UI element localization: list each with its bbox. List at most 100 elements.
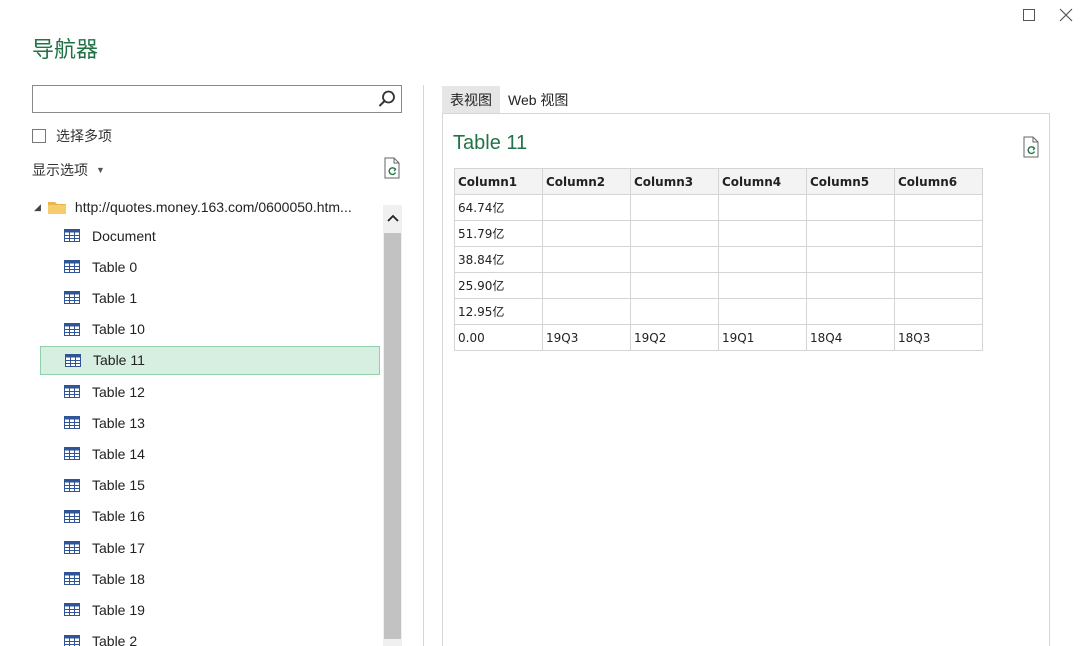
tree-item[interactable]: Table 11: [40, 345, 380, 375]
table-icon: [64, 634, 80, 646]
select-multiple-label: 选择多项: [56, 128, 112, 144]
tree-item[interactable]: Table 0: [40, 252, 380, 281]
tree-item-label: Table 0: [92, 258, 138, 275]
tree-item-label: Table 12: [92, 383, 145, 400]
scroll-thumb[interactable]: [384, 233, 401, 639]
tree-root[interactable]: ◢ http://quotes.money.163.com/0600050.ht…: [32, 193, 352, 221]
table-cell: [542, 298, 631, 325]
tab-table-view[interactable]: 表视图: [442, 86, 500, 113]
table-cell: 51.79亿: [454, 220, 543, 247]
tree-scrollbar[interactable]: [383, 205, 402, 646]
scroll-up-button[interactable]: [383, 205, 402, 231]
chevron-up-icon: [386, 214, 399, 222]
table-cell: [630, 272, 719, 299]
table-cell: [718, 298, 807, 325]
search-icon[interactable]: [377, 89, 397, 109]
tree-item-label: Table 15: [92, 477, 145, 494]
tree-item[interactable]: Table 12: [40, 377, 380, 406]
column-header[interactable]: Column6: [894, 168, 983, 195]
tree-item[interactable]: Document: [40, 221, 380, 250]
tree-item-label: Table 10: [92, 321, 145, 338]
search-box: [32, 85, 402, 113]
caret-down-icon: ▼: [96, 165, 105, 175]
table-cell: [630, 246, 719, 273]
table-row: 0.00 19Q3 19Q2 19Q1 18Q4 18Q3: [454, 324, 983, 351]
table-cell: [806, 246, 895, 273]
tree-item-label: Table 1: [92, 289, 138, 306]
table-cell: [630, 298, 719, 325]
table-icon: [64, 447, 80, 461]
table-cell: [894, 272, 983, 299]
column-header[interactable]: Column2: [542, 168, 631, 195]
tree-item[interactable]: Table 2: [40, 627, 380, 646]
table-cell: 19Q3: [542, 324, 631, 351]
table-cell: 19Q1: [718, 324, 807, 351]
table-cell: [894, 194, 983, 221]
tree-item[interactable]: Table 1: [40, 283, 380, 312]
tree-item[interactable]: Table 17: [40, 533, 380, 562]
tab-web-view[interactable]: Web 视图: [500, 86, 576, 113]
tree-item-label: Table 18: [92, 570, 145, 587]
table-header-row: Column1 Column2 Column3 Column4 Column5 Colum…: [454, 168, 983, 195]
select-multiple[interactable]: 选择多项: [32, 126, 112, 146]
table-icon: [65, 353, 81, 367]
table-cell: [718, 194, 807, 221]
tree-item[interactable]: Table 10: [40, 315, 380, 344]
tree-item[interactable]: Table 16: [40, 502, 380, 531]
table-cell: 12.95亿: [454, 298, 543, 325]
table-cell: 18Q3: [894, 324, 983, 351]
table-cell: [806, 298, 895, 325]
maximize-icon: [1023, 9, 1035, 21]
search-input[interactable]: [39, 87, 373, 113]
table-icon: [64, 603, 80, 617]
view-tabs: 表视图 Web 视图: [442, 86, 576, 113]
table-cell: [542, 272, 631, 299]
maximize-button[interactable]: [1018, 4, 1040, 26]
table-cell: 18Q4: [806, 324, 895, 351]
table-row: 12.95亿: [454, 298, 983, 325]
table-cell: [894, 220, 983, 247]
preview-title: Table 11: [453, 132, 528, 154]
table-icon: [64, 322, 80, 336]
refresh-icon[interactable]: [1021, 136, 1041, 158]
column-header[interactable]: Column4: [718, 168, 807, 195]
table-cell: [894, 298, 983, 325]
tree-item-label: Table 11: [93, 352, 145, 369]
table-icon: [64, 572, 80, 586]
table-icon: [64, 291, 80, 305]
table-row: 51.79亿: [454, 220, 983, 247]
tree-item[interactable]: Table 13: [40, 408, 380, 437]
tree-item[interactable]: Table 14: [40, 439, 380, 468]
tree-item[interactable]: Table 15: [40, 471, 380, 500]
table-icon: [64, 385, 80, 398]
table-row: 25.90亿: [454, 272, 983, 299]
table-cell: [718, 220, 807, 247]
table-icon: [64, 509, 80, 523]
tree-item-label: Table 19: [92, 601, 145, 618]
table-cell: [718, 246, 807, 273]
expand-icon[interactable]: ◢: [34, 202, 41, 213]
select-multiple-checkbox[interactable]: [32, 129, 46, 143]
refresh-icon[interactable]: [382, 157, 402, 179]
table-icon: [64, 260, 80, 274]
navigator-tree: ◢ http://quotes.money.163.com/0600050.ht…: [32, 193, 382, 646]
tree-item[interactable]: Table 19: [40, 595, 380, 624]
column-header[interactable]: Column1: [454, 168, 543, 195]
tree-item[interactable]: Table 18: [40, 564, 380, 593]
display-options-label: 显示选项: [32, 162, 88, 178]
table-cell: 38.84亿: [454, 246, 543, 273]
column-header[interactable]: Column5: [806, 168, 895, 195]
close-button[interactable]: [1055, 4, 1077, 26]
table-cell: [542, 194, 631, 221]
table-icon: [64, 478, 80, 492]
table-row: 38.84亿: [454, 246, 983, 273]
table-icon: [64, 416, 80, 430]
folder-icon: [47, 202, 66, 214]
column-header[interactable]: Column3: [630, 168, 719, 195]
pane-divider: [423, 85, 424, 646]
tree-item-label: Table 17: [92, 539, 145, 556]
display-options-dropdown[interactable]: 显示选项 ▼: [32, 160, 105, 180]
preview-panel: Table 11 Column1 Column2 Column3 Column4 Col…: [442, 113, 1050, 646]
table-icon: [64, 541, 80, 554]
table-row: 64.74亿: [454, 194, 983, 221]
